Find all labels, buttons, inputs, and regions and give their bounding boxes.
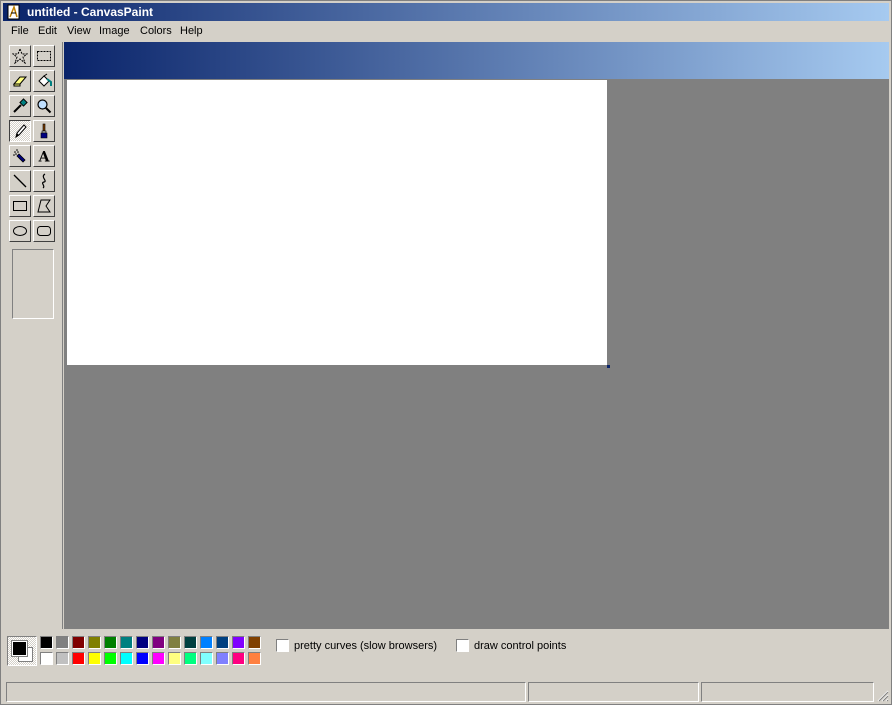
tool-rounded-rectangle[interactable] [33,220,55,242]
star-select-icon [12,48,28,64]
drawing-canvas[interactable] [67,80,607,365]
app-window: untitled - CanvasPaint File Edit View Im… [0,0,892,705]
tool-ellipse[interactable] [9,220,31,242]
palette-swatch[interactable] [184,652,197,665]
palette-swatch[interactable] [232,652,245,665]
palette-swatch[interactable] [88,652,101,665]
polygon-icon [37,199,51,213]
current-colors-indicator[interactable] [7,636,37,666]
magnifier-icon [37,99,52,114]
palette-swatch[interactable] [120,636,133,649]
pretty-curves-checkbox[interactable] [276,639,289,652]
tool-text[interactable]: A [33,145,55,167]
palette-swatch[interactable] [200,636,213,649]
tool-options-panel[interactable] [12,249,54,319]
menu-image[interactable]: Image [95,25,134,37]
menu-file[interactable]: File [7,25,33,37]
palette-swatch[interactable] [72,652,85,665]
palette-swatch[interactable] [168,636,181,649]
text-tool-glyph: A [38,150,51,165]
palette-swatch[interactable] [168,652,181,665]
palette-swatch[interactable] [104,652,117,665]
draw-control-points-checkbox[interactable] [456,639,469,652]
rect-select-icon [37,51,51,61]
palette-swatch[interactable] [216,636,229,649]
palette-swatch[interactable] [56,652,69,665]
size-grip-icon[interactable] [875,688,889,702]
menu-colors[interactable]: Colors [136,25,176,37]
palette-swatch[interactable] [120,652,133,665]
tool-free-form-select[interactable] [9,45,31,67]
airbrush-icon [13,149,26,163]
palette-swatch[interactable] [56,636,69,649]
status-size [701,682,874,702]
status-bar [4,681,890,703]
tool-airbrush[interactable] [9,145,31,167]
menu-edit[interactable]: Edit [34,25,61,37]
menu-view[interactable]: View [63,25,95,37]
palette-swatch[interactable] [40,652,53,665]
curve-icon [41,173,46,189]
palette-swatch[interactable] [104,636,117,649]
pencil-icon [15,124,27,139]
eyedropper-icon [13,98,28,113]
app-icon [6,4,22,20]
palette-swatch[interactable] [88,636,101,649]
canvas-workspace[interactable] [64,42,889,629]
tool-polygon[interactable] [33,195,55,217]
tool-line[interactable] [9,170,31,192]
tool-magnifier[interactable] [33,95,55,117]
color-box: pretty curves (slow browsers) draw contr… [4,631,890,676]
menu-help[interactable]: Help [176,25,207,37]
tool-eraser[interactable] [9,70,31,92]
palette-swatch[interactable] [216,652,229,665]
palette-swatch[interactable] [200,652,213,665]
status-message [6,682,526,702]
palette-swatch[interactable] [72,636,85,649]
tool-color-picker[interactable] [9,95,31,117]
ellipse-icon [13,226,27,236]
draw-control-points-label: draw control points [474,640,567,652]
toolbox: A [4,42,63,629]
line-icon [13,174,27,188]
palette-swatch[interactable] [152,636,165,649]
tool-rectangle[interactable] [9,195,31,217]
palette-swatch[interactable] [248,652,261,665]
palette-swatch[interactable] [136,652,149,665]
palette-swatch[interactable] [152,652,165,665]
palette-swatch[interactable] [136,636,149,649]
paint-bucket-icon [38,73,52,87]
brush-icon [40,123,48,139]
window-title: untitled - CanvasPaint [27,5,154,19]
palette-swatch[interactable] [40,636,53,649]
foreground-color-swatch [12,641,27,656]
tool-fill[interactable] [33,70,55,92]
canvas-resize-handle[interactable] [607,365,610,368]
workspace-gradient-band [64,42,889,79]
tool-brush[interactable] [33,120,55,142]
status-position [528,682,699,702]
tool-rect-select[interactable] [33,45,55,67]
rounded-rect-icon [37,226,51,236]
pretty-curves-label: pretty curves (slow browsers) [294,640,438,652]
palette-swatch[interactable] [184,636,197,649]
menu-bar: File Edit View Image Colors Help [3,22,889,41]
tool-pencil[interactable] [9,120,31,142]
title-bar[interactable]: untitled - CanvasPaint [3,3,889,21]
text-icon: A [38,150,51,165]
eraser-icon [12,76,28,87]
palette-swatch[interactable] [248,636,261,649]
tool-curve[interactable] [33,170,55,192]
palette-swatch[interactable] [232,636,245,649]
rectangle-icon [13,201,27,211]
